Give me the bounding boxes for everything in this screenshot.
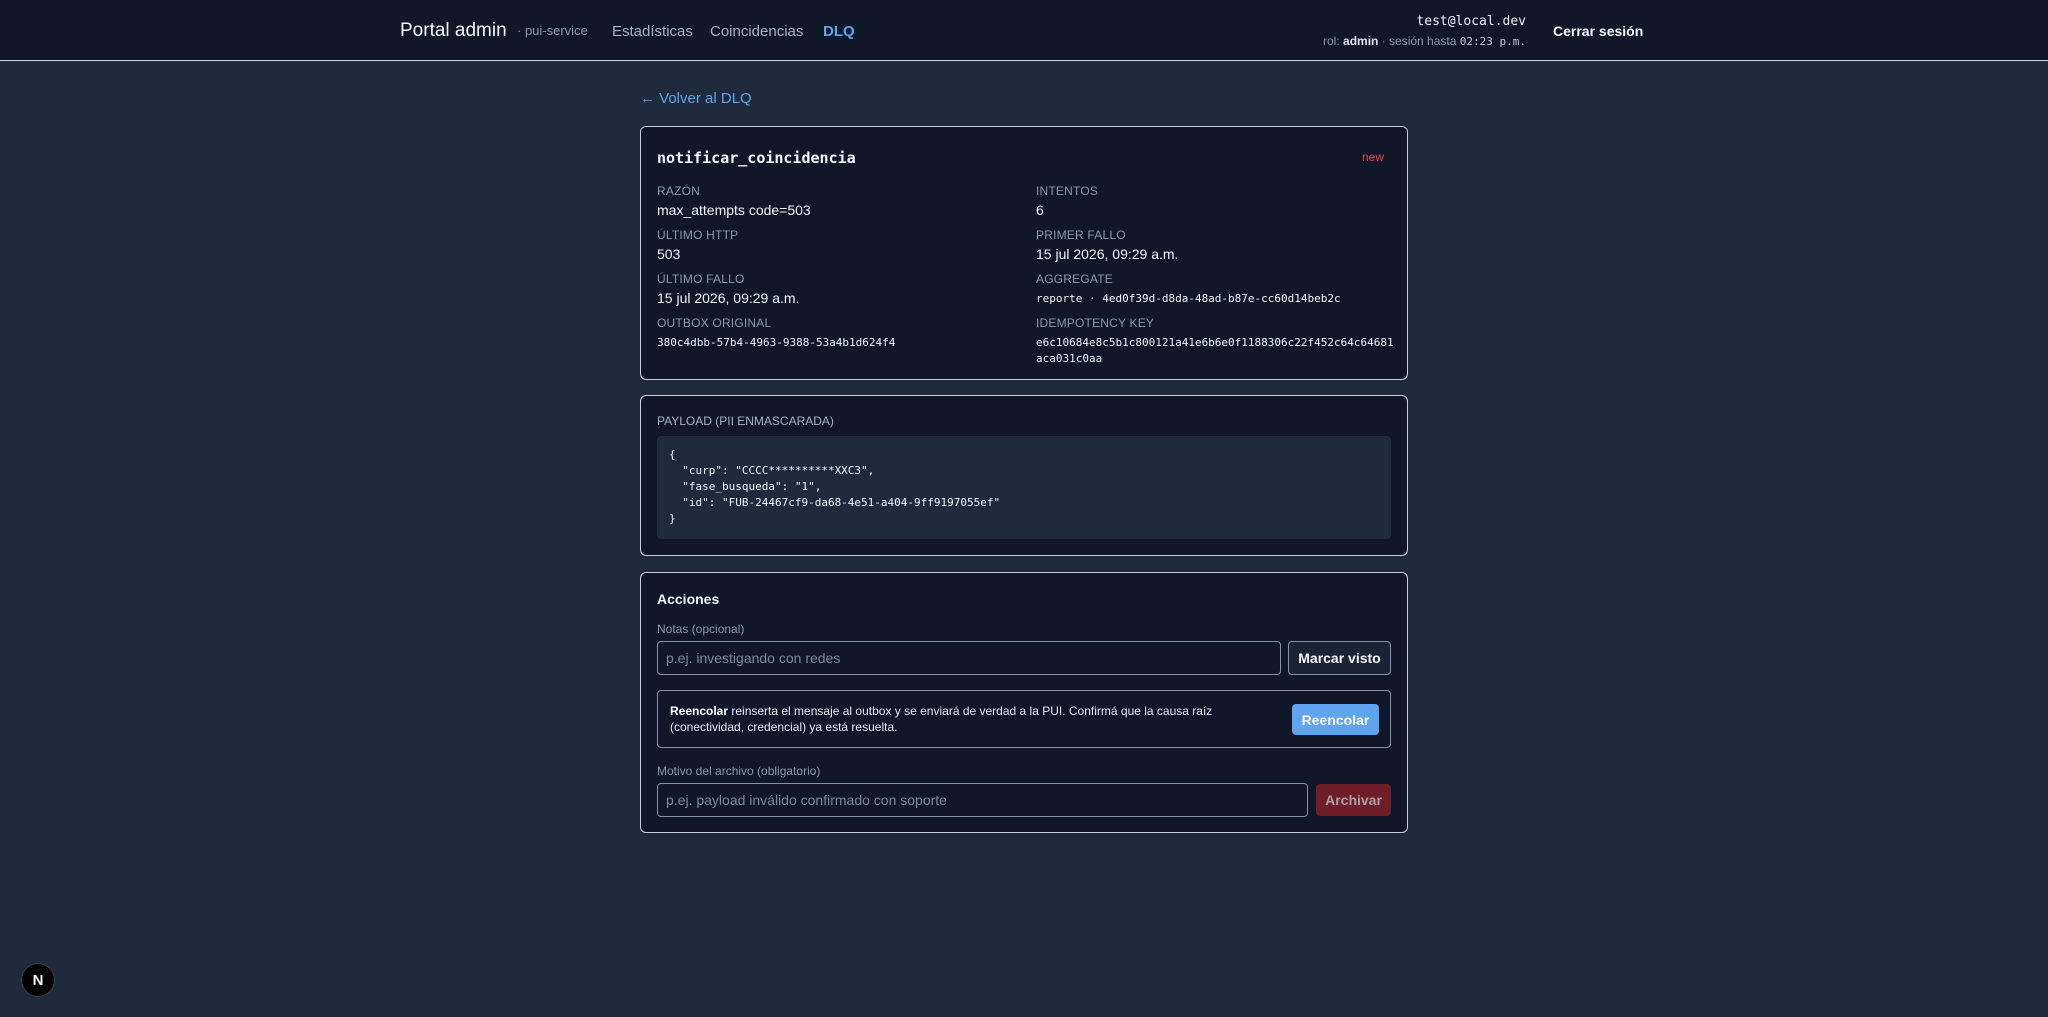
field-label: Último fallo: [657, 272, 745, 286]
notes-input[interactable]: [657, 641, 1281, 675]
actions-card: Acciones Notas (opcional) Marcar visto R…: [640, 572, 1408, 833]
archive-button[interactable]: Archivar: [1316, 784, 1391, 816]
field-razon: Razón max_attempts code=503: [657, 184, 811, 218]
field-aggregate: Aggregate reporte · 4ed0f39d-d8da-48ad-b…: [1036, 272, 1341, 307]
user-session-info: rol: admin · sesión hasta 02:23 p.m.: [1323, 34, 1526, 48]
field-ultimo-http: Último HTTP 503: [657, 228, 738, 262]
field-label: Idempotency key: [1036, 316, 1155, 330]
field-value: 503: [657, 246, 681, 262]
requeue-bold-text: Reencolar: [670, 704, 729, 718]
requeue-panel: Reencolar reinserta el mensaje al outbox…: [657, 690, 1391, 748]
role-label: rol:: [1323, 34, 1340, 48]
field-outbox-original: Outbox original 380c4dbb-57b4-4963-9388-…: [657, 316, 895, 351]
mark-seen-button[interactable]: Marcar visto: [1288, 641, 1391, 675]
role-value: admin: [1343, 34, 1379, 48]
requeue-description: Reencolar reinserta el mensaje al outbox…: [670, 703, 1280, 735]
archive-reason-label: Motivo del archivo (obligatorio): [657, 764, 821, 778]
actions-title: Acciones: [657, 591, 720, 607]
nav-dlq[interactable]: DLQ: [823, 23, 855, 40]
top-navbar: Portal admin · pui-service Estadísticas …: [0, 0, 2048, 61]
field-primer-fallo: Primer fallo 15 jul 2026, 09:29 a.m.: [1036, 228, 1178, 262]
field-label: Intentos: [1036, 184, 1099, 198]
field-value: e6c10684e8c5b1c800121a41e6b6e0f1188306c2…: [1036, 336, 1394, 365]
notes-label: Notas (opcional): [657, 622, 745, 636]
field-value: 380c4dbb-57b4-4963-9388-53a4b1d624f4: [657, 336, 896, 349]
user-email: test@local.dev: [1416, 14, 1526, 29]
nav-coincidencias[interactable]: Coincidencias: [710, 23, 803, 40]
session-label: · sesión hasta: [1381, 34, 1457, 48]
field-value: 6: [1036, 202, 1044, 218]
field-label: Outbox original: [657, 316, 772, 330]
field-value: max_attempts code=503: [657, 202, 811, 218]
nav-estadisticas[interactable]: Estadísticas: [612, 23, 693, 40]
field-label: Razón: [657, 184, 700, 198]
requeue-explanation: reinserta el mensaje al outbox y se envi…: [670, 704, 1213, 734]
field-value: reporte · 4ed0f39d-d8da-48ad-b87e-cc60d1…: [1036, 292, 1341, 305]
archive-reason-input[interactable]: [657, 783, 1308, 817]
requeue-button[interactable]: Reencolar: [1292, 704, 1379, 735]
field-label: Primer fallo: [1036, 228, 1126, 242]
payload-card: Payload (PII enmascarada) { "curp": "CCC…: [640, 395, 1408, 556]
field-value: 15 jul 2026, 09:29 a.m.: [657, 290, 800, 306]
field-idempotency-key: Idempotency key e6c10684e8c5b1c800121a41…: [1036, 316, 1396, 367]
field-label: Último HTTP: [657, 228, 739, 242]
field-intentos: Intentos 6: [1036, 184, 1098, 218]
logout-button[interactable]: Cerrar sesión: [1553, 23, 1643, 39]
field-label: Aggregate: [1036, 272, 1113, 286]
dlq-detail-card: notificar_coincidencia new Razón max_att…: [640, 126, 1408, 380]
field-ultimo-fallo: Último fallo 15 jul 2026, 09:29 a.m.: [657, 272, 799, 306]
session-expiry: 02:23 p.m.: [1459, 35, 1526, 48]
back-to-dlq-link[interactable]: ← Volver al DLQ: [640, 90, 752, 107]
status-badge: new: [1361, 150, 1384, 164]
job-name: notificar_coincidencia: [657, 149, 856, 167]
payload-label: Payload (PII enmascarada): [657, 414, 834, 428]
payload-json: { "curp": "CCCC**********XXC3", "fase_bu…: [657, 436, 1391, 539]
brand-title[interactable]: Portal admin: [400, 20, 507, 42]
nextjs-dev-indicator-icon[interactable]: N: [21, 963, 55, 997]
field-value: 15 jul 2026, 09:29 a.m.: [1036, 246, 1179, 262]
brand-service-label: · pui-service: [517, 23, 588, 38]
